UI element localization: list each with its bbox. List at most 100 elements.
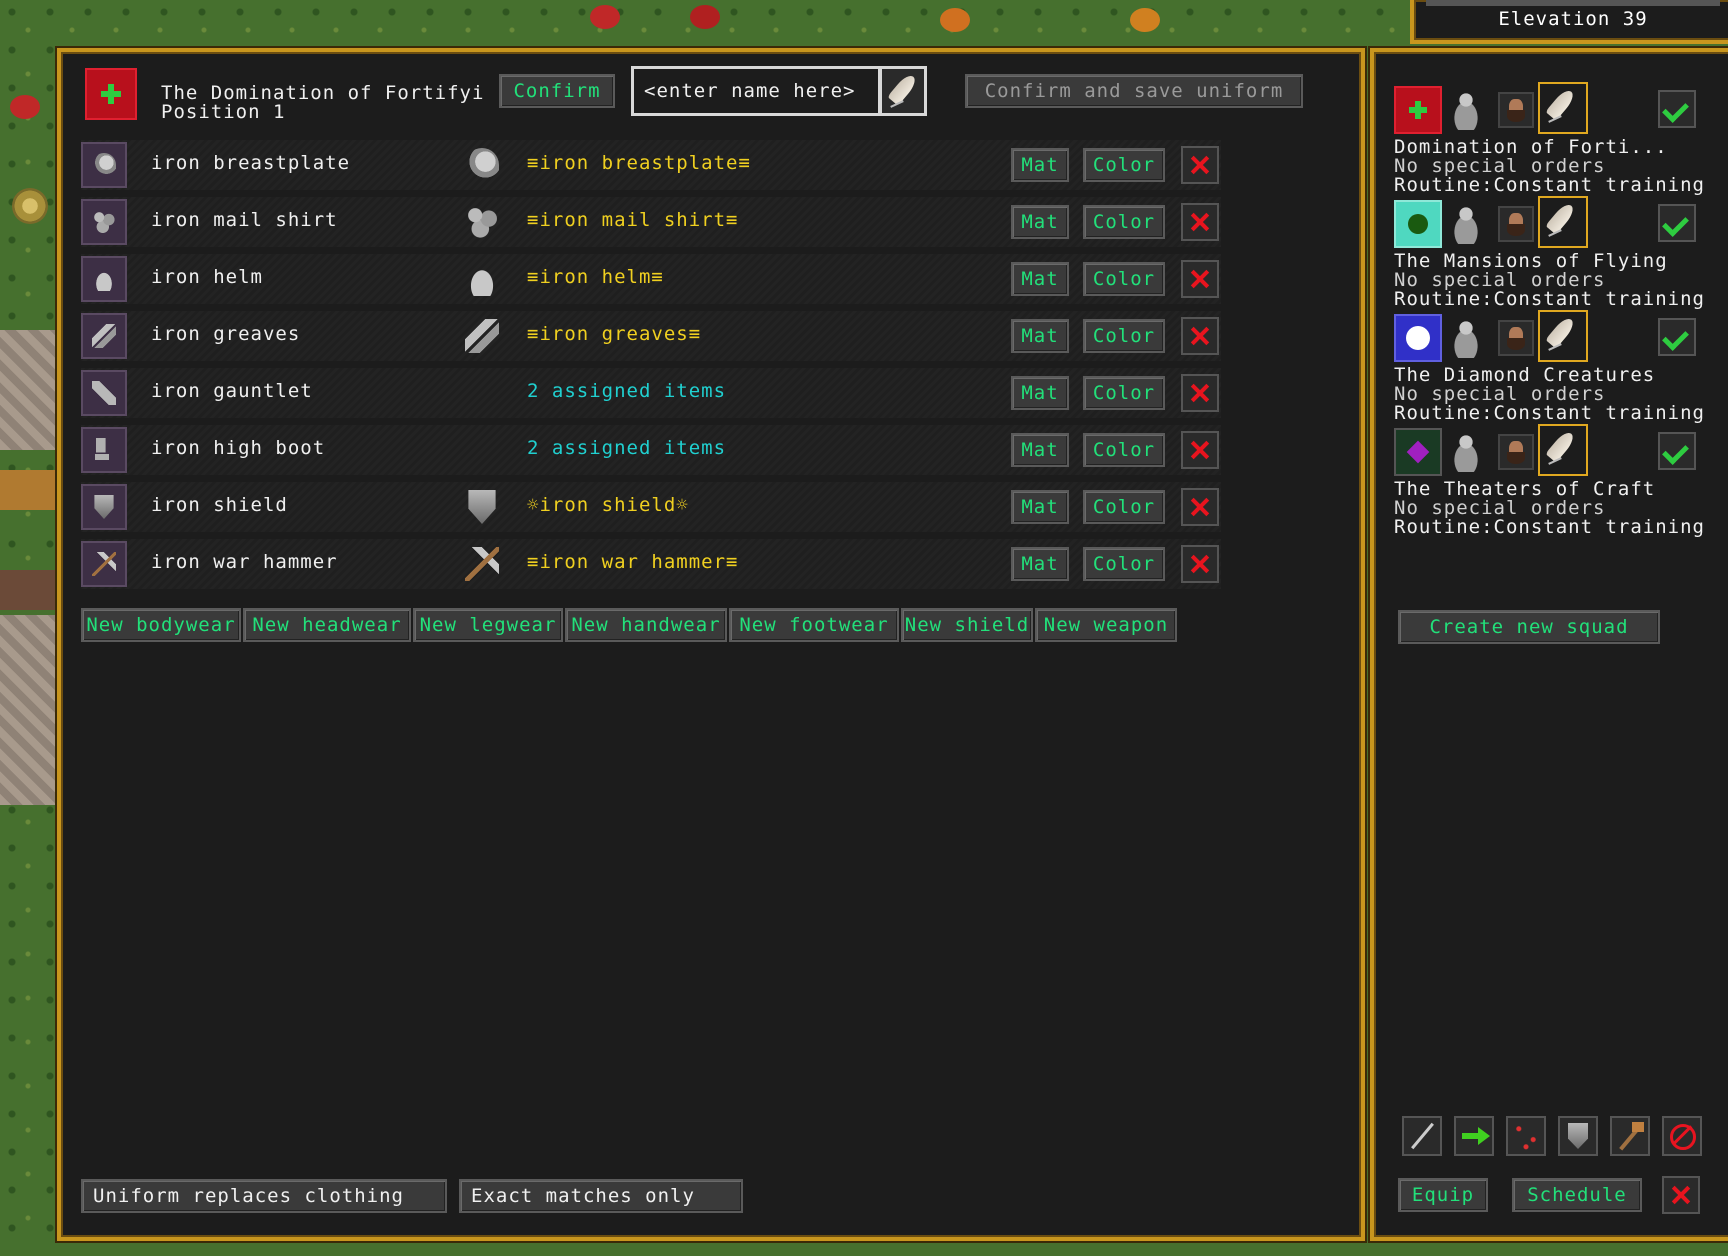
rename-squad-button[interactable] [1538,196,1588,248]
helm-icon [92,267,116,291]
new-headwear-button[interactable]: New headwear [243,608,411,642]
rename-squad-button[interactable] [1538,310,1588,362]
item-slot[interactable] [81,256,127,302]
remove-item-button[interactable] [1181,203,1219,241]
remove-item-button[interactable] [1181,374,1219,412]
leader-portrait-icon[interactable] [1498,434,1534,470]
material-button[interactable]: Mat [1011,262,1069,296]
station-shield-icon[interactable] [1558,1116,1598,1156]
remove-item-button[interactable] [1181,146,1219,184]
rename-squad-button[interactable] [1538,82,1588,134]
exact-matches-only-toggle[interactable]: Exact matches only [459,1179,743,1213]
squad-emblem-icon[interactable] [1394,428,1442,476]
soldier-icon[interactable] [1446,204,1486,244]
material-button[interactable]: Mat [1011,433,1069,467]
item-slot[interactable] [81,313,127,359]
material-button[interactable]: Mat [1011,490,1069,524]
squad-emblem-icon[interactable] [1394,314,1442,362]
axe-icon[interactable] [1610,1116,1650,1156]
move-arrow-icon[interactable] [1454,1116,1494,1156]
squad-selected-check-icon[interactable] [1658,432,1696,470]
color-button[interactable]: Color [1083,490,1165,524]
color-button[interactable]: Color [1083,376,1165,410]
item-slot[interactable] [81,541,127,587]
squad-selected-check-icon[interactable] [1658,90,1696,128]
item-slot[interactable] [81,427,127,473]
remove-item-button[interactable] [1181,317,1219,355]
color-button[interactable]: Color [1083,433,1165,467]
squad-routine: Routine:Constant training [1394,174,1705,196]
squad-entry[interactable]: The Diamond Creatures No special orders … [1394,310,1724,428]
soldier-icon[interactable] [1446,318,1486,358]
squad-entry[interactable]: The Mansions of Flying No special orders… [1394,196,1724,314]
rename-quill-button[interactable] [879,66,927,116]
patrol-route-icon[interactable] [1506,1116,1546,1156]
create-new-squad-button[interactable]: Create new squad [1398,610,1660,644]
sword-icon[interactable] [1402,1116,1442,1156]
item-slot[interactable] [81,370,127,416]
schedule-button[interactable]: Schedule [1512,1178,1642,1212]
material-button[interactable]: Mat [1011,205,1069,239]
material-button[interactable]: Mat [1011,547,1069,581]
new-handwear-button[interactable]: New handwear [565,608,727,642]
assigned-item[interactable]: ☼iron shield☼ [527,494,689,516]
uniform-replaces-clothing-toggle[interactable]: Uniform replaces clothing [81,1179,447,1213]
item-slot[interactable] [81,199,127,245]
elevation-readout: Elevation 39 [1498,8,1648,30]
remove-item-button[interactable] [1181,488,1219,526]
new-weapon-button[interactable]: New weapon [1035,608,1177,642]
remove-item-button[interactable] [1181,545,1219,583]
item-name: iron high boot [151,437,326,459]
assigned-item[interactable]: ≡iron mail shirt≡ [527,209,738,231]
uniform-item-row: iron gauntlet 2 assigned items Mat Color [81,368,1221,418]
uniform-item-row: iron mail shirt ≡iron mail shirt≡ Mat Co… [81,197,1221,247]
soldier-icon[interactable] [1446,432,1486,472]
cancel-orders-icon[interactable] [1662,1116,1702,1156]
confirm-button[interactable]: Confirm [499,74,615,108]
soldier-icon[interactable] [1446,90,1486,130]
elevation-bar [1426,0,1720,6]
leader-portrait-icon[interactable] [1498,206,1534,242]
material-button[interactable]: Mat [1011,148,1069,182]
uniform-name-input[interactable] [631,66,881,116]
new-legwear-button[interactable]: New legwear [413,608,563,642]
squad-emblem-icon[interactable] [85,68,137,120]
color-button[interactable]: Color [1083,319,1165,353]
assigned-item[interactable]: ≡iron war hammer≡ [527,551,738,573]
squad-selected-check-icon[interactable] [1658,204,1696,242]
new-shield-button[interactable]: New shield [901,608,1033,642]
squad-entry[interactable]: Domination of Forti... No special orders… [1394,82,1724,200]
uniform-editor-panel: The Domination of Fortifyi Position 1 Co… [57,48,1365,1241]
squad-selected-check-icon[interactable] [1658,318,1696,356]
color-button[interactable]: Color [1083,547,1165,581]
material-button[interactable]: Mat [1011,319,1069,353]
squad-routine: Routine:Constant training [1394,288,1705,310]
assigned-item[interactable]: ≡iron breastplate≡ [527,152,751,174]
squad-routine: Routine:Constant training [1394,402,1705,424]
squad-emblem-icon[interactable] [1394,200,1442,248]
close-button[interactable] [1662,1176,1700,1214]
squad-entry[interactable]: The Theaters of Craft No special orders … [1394,424,1724,542]
assigned-item[interactable]: ≡iron helm≡ [527,266,664,288]
confirm-save-uniform-button[interactable]: Confirm and save uniform [965,74,1303,108]
item-slot[interactable] [81,142,127,188]
assigned-item[interactable]: 2 assigned items [527,380,726,402]
equip-button[interactable]: Equip [1398,1178,1488,1212]
color-button[interactable]: Color [1083,205,1165,239]
material-button[interactable]: Mat [1011,376,1069,410]
remove-item-button[interactable] [1181,431,1219,469]
assigned-helm-icon [465,262,499,296]
new-footwear-button[interactable]: New footwear [729,608,899,642]
rename-squad-button[interactable] [1538,424,1588,476]
assigned-item[interactable]: ≡iron greaves≡ [527,323,701,345]
item-name: iron breastplate [151,152,351,174]
color-button[interactable]: Color [1083,148,1165,182]
item-slot[interactable] [81,484,127,530]
remove-item-button[interactable] [1181,260,1219,298]
new-bodywear-button[interactable]: New bodywear [81,608,241,642]
squad-emblem-icon[interactable] [1394,86,1442,134]
leader-portrait-icon[interactable] [1498,320,1534,356]
leader-portrait-icon[interactable] [1498,92,1534,128]
color-button[interactable]: Color [1083,262,1165,296]
assigned-item[interactable]: 2 assigned items [527,437,726,459]
